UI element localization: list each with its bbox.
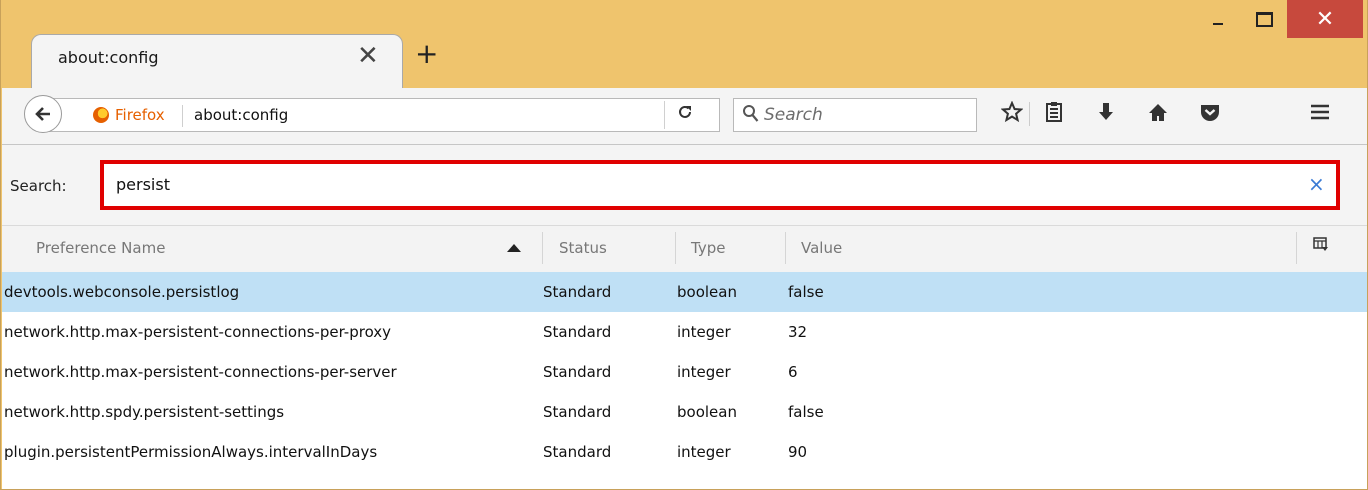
browser-window: ✕ about:config ✕ + Firefox about:config …: [0, 0, 1368, 490]
table-row[interactable]: network.http.max-persistent-connections-…: [2, 312, 1367, 352]
home-icon[interactable]: [1146, 100, 1170, 124]
type-cell: integer: [677, 443, 731, 461]
maximize-icon: [1255, 11, 1273, 27]
back-arrow-icon: [35, 107, 50, 121]
search-icon: [743, 105, 759, 122]
column-header-preference-name[interactable]: Preference Name: [36, 239, 165, 257]
close-window-icon: ✕: [1315, 6, 1335, 32]
minimize-button[interactable]: [1195, 0, 1241, 38]
reading-list-icon[interactable]: [1042, 100, 1066, 124]
status-cell: Standard: [543, 283, 612, 301]
pocket-icon[interactable]: [1198, 100, 1222, 124]
column-divider[interactable]: [675, 232, 676, 264]
identity-label[interactable]: Firefox: [115, 106, 165, 124]
status-cell: Standard: [543, 403, 612, 421]
preference-name-cell: devtools.webconsole.persistlog: [4, 283, 240, 301]
toolbar-divider: [1029, 102, 1030, 126]
search-placeholder: Search: [764, 105, 823, 125]
column-picker-icon[interactable]: [1313, 236, 1329, 252]
value-cell: 32: [788, 323, 808, 341]
value-cell: false: [788, 403, 824, 421]
preference-name-cell: plugin.persistentPermissionAlways.interv…: [4, 443, 378, 461]
search-bar[interactable]: Search: [733, 98, 977, 132]
value-cell: 90: [788, 443, 808, 461]
download-icon[interactable]: [1094, 100, 1118, 124]
minimize-icon: [1213, 23, 1223, 25]
url-text[interactable]: about:config: [194, 106, 288, 124]
preferences-table-header: Preference Name Status Type Value: [2, 225, 1367, 273]
status-cell: Standard: [543, 443, 612, 461]
table-row[interactable]: devtools.webconsole.persistlog Standard …: [2, 272, 1367, 312]
column-header-type[interactable]: Type: [691, 239, 725, 257]
config-search-input[interactable]: [116, 173, 1276, 195]
close-window-button[interactable]: ✕: [1287, 0, 1363, 38]
back-button[interactable]: [24, 95, 62, 133]
type-cell: boolean: [677, 403, 737, 421]
menu-icon[interactable]: [1308, 100, 1332, 124]
column-header-status[interactable]: Status: [559, 239, 607, 257]
config-search-row: Search: ×: [2, 145, 1367, 225]
preferences-table-body: devtools.webconsole.persistlog Standard …: [2, 272, 1367, 489]
maximize-button[interactable]: [1241, 0, 1287, 38]
value-cell: 6: [788, 363, 798, 381]
url-divider: [182, 105, 183, 127]
column-header-value[interactable]: Value: [801, 239, 842, 257]
type-cell: boolean: [677, 283, 737, 301]
column-divider[interactable]: [785, 232, 786, 264]
table-row[interactable]: network.http.max-persistent-connections-…: [2, 352, 1367, 392]
column-divider[interactable]: [542, 232, 543, 264]
table-row[interactable]: network.http.spdy.persistent-settings St…: [2, 392, 1367, 432]
sort-ascending-icon: [507, 244, 521, 252]
column-divider[interactable]: [1296, 232, 1297, 264]
url-divider-2: [664, 101, 665, 129]
status-cell: Standard: [543, 323, 612, 341]
config-search-field[interactable]: ×: [100, 160, 1340, 210]
status-cell: Standard: [543, 363, 612, 381]
tab-about-config[interactable]: about:config ✕: [31, 34, 403, 88]
tab-title: about:config: [58, 48, 159, 67]
tab-close-icon[interactable]: ✕: [357, 43, 379, 69]
type-cell: integer: [677, 363, 731, 381]
url-bar[interactable]: Firefox about:config: [48, 98, 720, 132]
navigation-toolbar: Firefox about:config Search: [2, 88, 1367, 145]
value-cell: false: [788, 283, 824, 301]
type-cell: integer: [677, 323, 731, 341]
new-tab-button[interactable]: +: [415, 40, 438, 68]
reload-icon[interactable]: [677, 104, 693, 125]
bookmark-star-icon[interactable]: [1000, 100, 1024, 124]
config-search-label: Search:: [10, 177, 67, 195]
preference-name-cell: network.http.max-persistent-connections-…: [4, 363, 397, 381]
clear-search-icon[interactable]: ×: [1308, 172, 1325, 196]
preference-name-cell: network.http.spdy.persistent-settings: [4, 403, 285, 421]
firefox-icon: [93, 107, 109, 123]
table-row[interactable]: plugin.persistentPermissionAlways.interv…: [2, 432, 1367, 472]
preference-name-cell: network.http.max-persistent-connections-…: [4, 323, 392, 341]
